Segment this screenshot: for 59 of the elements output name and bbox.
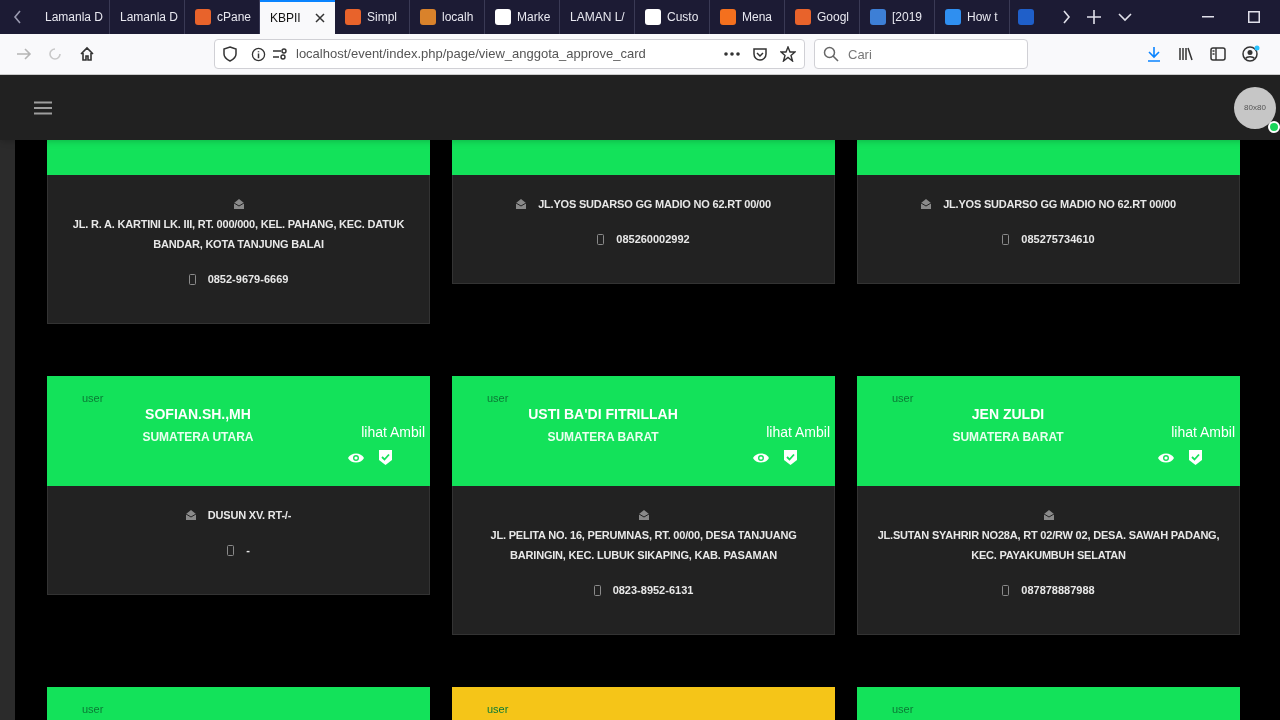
member-address: JL.YOS SUDARSO GG MADIO NO 62.RT 00/00 (943, 197, 1176, 212)
user-image-alt-text: user (487, 703, 509, 715)
address-bar[interactable]: localhost/event/index.php/page/view_anggota_approve_card (214, 39, 805, 69)
account-icon[interactable] (1242, 45, 1260, 63)
close-icon[interactable] (315, 13, 325, 23)
member-region: SUMATERA UTARA (142, 429, 254, 446)
pocket-icon[interactable] (752, 46, 768, 62)
member-address: JL. PELITA NO. 16, PERUMNAS, RT. 00/00, DESA TANJUANG BARINGIN, KEC. LUBUK SIKAPING, KAB. PASAMAN (489, 528, 798, 563)
star-icon[interactable] (780, 46, 796, 62)
shield-check-icon[interactable] (1188, 449, 1203, 466)
phone-icon (1002, 584, 1010, 596)
phone-icon (597, 233, 605, 245)
permissions-icon[interactable] (272, 47, 288, 61)
phone-icon (593, 584, 601, 596)
sidebar-icon[interactable] (1210, 47, 1226, 61)
phone-icon (227, 544, 235, 556)
chevron-down-icon[interactable] (1118, 12, 1132, 22)
member-address: JL.YOS SUDARSO GG MADIO NO 62.RT 00/00 (538, 197, 771, 212)
shield-check-icon[interactable] (783, 449, 798, 466)
search-icon (823, 46, 839, 62)
member-phone: 085275734610 (1021, 232, 1095, 247)
member-region: SUMATERA BARAT (952, 429, 1064, 446)
actions-label: lihat Ambil (766, 423, 830, 442)
shield-icon[interactable] (223, 46, 237, 62)
member-name: USTI BA'DI FITRILLAH (528, 405, 678, 424)
more-icon[interactable] (724, 52, 740, 56)
member-name: SOFIAN.SH.,MH (145, 405, 251, 424)
member-name: JEN ZULDI (971, 405, 1045, 424)
url-text: localhost/event/index.php/page/view_anggota_approve_card (296, 45, 646, 64)
home-icon[interactable] (79, 46, 95, 62)
phone-icon (1002, 233, 1010, 245)
info-icon[interactable] (251, 46, 266, 62)
library-icon[interactable] (1178, 46, 1194, 62)
minimize-icon[interactable] (1202, 16, 1214, 18)
member-address: JL. R. A. KARTINI LK. III, RT. 000/000, KEL. PAHANG, KEC. DATUK BANDAR, KOTA TANJUNG BALAI (71, 217, 406, 252)
maximize-icon[interactable] (1248, 11, 1260, 23)
user-image-alt-text: user (82, 392, 104, 404)
member-phone: 0852-9679-6669 (207, 272, 289, 287)
menu-icon[interactable] (34, 100, 52, 115)
user-image-alt-text: user (82, 703, 104, 715)
member-phone: 087878887988 (1021, 583, 1095, 598)
actions-label: lihat Ambil (361, 423, 425, 442)
member-phone: 0823-8952-6131 (612, 583, 694, 598)
user-image-alt-text: user (892, 392, 914, 404)
member-region: SUMATERA BARAT (547, 429, 659, 446)
member-phone: 085260002992 (616, 232, 690, 247)
member-phone: - (246, 543, 250, 558)
member-address: JL.SUTAN SYAHRIR NO28A, RT 02/RW 02, DESA. SAWAH PADANG, KEC. PAYAKUMBUH SELATAN (876, 528, 1221, 563)
new-tab-icon[interactable] (1086, 9, 1102, 25)
user-image-alt-text: user (892, 703, 914, 715)
avatar[interactable]: 80x80 (1234, 86, 1276, 129)
search-field[interactable]: Cari (814, 39, 1028, 69)
shield-check-icon[interactable] (378, 449, 393, 466)
user-image-alt-text: user (487, 392, 509, 404)
download-icon[interactable] (1146, 46, 1162, 62)
member-address: DUSUN XV. RT-/- (207, 508, 292, 523)
actions-label: lihat Ambil (1171, 423, 1235, 442)
phone-icon (188, 273, 196, 285)
browser-tab[interactable]: KBPII (260, 0, 335, 34)
